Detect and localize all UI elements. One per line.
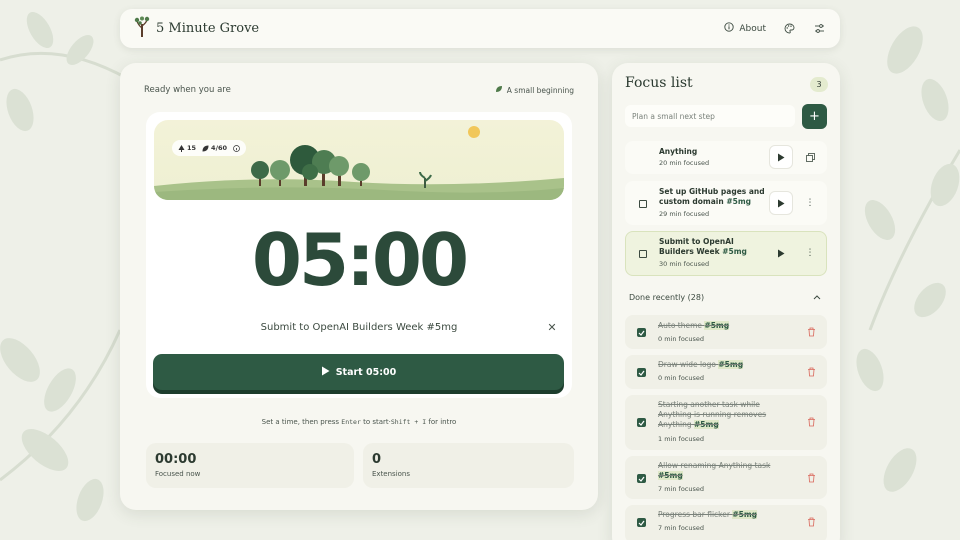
task-meta: 20 min focused	[659, 159, 710, 167]
trash-icon[interactable]	[805, 516, 817, 528]
extensions-value: 0	[372, 452, 382, 467]
grove-stage: A small beginning	[495, 85, 574, 95]
timer-card: Ready when you are A small beginning 15 …	[120, 63, 598, 510]
tree-icon	[178, 144, 185, 152]
task-play-button[interactable]	[769, 145, 793, 169]
trash-icon[interactable]	[805, 472, 817, 484]
focused-stat: 00:00 Focused now	[146, 443, 354, 488]
grove-stage-label: A small beginning	[506, 85, 574, 95]
done-task-name: Allow renaming Anything task #5mg	[658, 461, 771, 480]
check-icon	[638, 330, 645, 336]
trash-icon[interactable]	[805, 416, 817, 428]
trash-icon[interactable]	[805, 326, 817, 338]
task-name: Set up GitHub pages and custom domain #5…	[659, 187, 765, 206]
done-task-name: Draw wide logo #5mg	[658, 360, 744, 369]
app-title: 5 Minute Grove	[156, 21, 260, 36]
done-item: Draw wide logo #5mg 0 min focused	[625, 355, 827, 389]
focus-list-panel: Focus list 3 + Anything 20 min focused S…	[612, 63, 840, 540]
timer-panel: 15 4/60 05:00 Submit to OpenAI Builders …	[146, 112, 572, 398]
copy-icon[interactable]	[803, 150, 817, 164]
stats-info-icon[interactable]	[233, 144, 240, 152]
start-button[interactable]: Start 05:00	[153, 354, 564, 390]
sliders-icon[interactable]	[812, 22, 826, 36]
done-task-meta: 7 min focused	[658, 524, 704, 532]
chevron-up-icon[interactable]	[811, 291, 823, 303]
more-options-icon[interactable]: ⋮	[803, 196, 817, 210]
done-task-meta: 0 min focused	[658, 374, 704, 382]
grove-illustration	[154, 126, 564, 200]
timer-display[interactable]: 05:00	[146, 218, 572, 302]
task-play-button[interactable]	[769, 241, 793, 265]
trees-count: 15	[178, 144, 196, 152]
done-task-meta: 7 min focused	[658, 485, 704, 493]
done-checkbox[interactable]	[637, 418, 646, 427]
play-icon	[778, 153, 785, 161]
plus-icon: +	[809, 109, 820, 124]
done-task-name: Progress bar flicker #5mg	[658, 510, 757, 519]
about-button[interactable]: About	[724, 22, 766, 35]
extensions-stat: 0 Extensions	[363, 443, 574, 488]
done-checkbox[interactable]	[637, 474, 646, 483]
about-label: About	[739, 23, 766, 34]
task-meta: 30 min focused	[659, 260, 710, 268]
done-item: Auto theme #5mg 0 min focused	[625, 315, 827, 349]
grove-stats: 15 4/60	[172, 140, 246, 156]
done-task-meta: 0 min focused	[658, 335, 704, 343]
task-play-button[interactable]	[769, 191, 793, 215]
play-icon	[778, 249, 785, 257]
done-recently-toggle[interactable]: Done recently (28)	[629, 293, 704, 302]
task-count-badge: 3	[810, 77, 828, 92]
task-name: Submit to OpenAI Builders Week #5mg	[659, 237, 747, 256]
grove-scene: 15 4/60	[154, 120, 564, 200]
timer-status: Ready when you are	[144, 85, 231, 95]
check-icon	[638, 520, 645, 526]
done-item: Allow renaming Anything task #5mg 7 min …	[625, 456, 827, 499]
clear-task-button[interactable]: ✕	[544, 319, 560, 335]
done-checkbox[interactable]	[637, 518, 646, 527]
done-task-name: Starting another task while Anything is …	[658, 400, 767, 429]
add-task-button[interactable]: +	[802, 104, 827, 129]
done-item: Starting another task while Anything is …	[625, 395, 827, 450]
enter-key: Enter	[341, 418, 361, 426]
logo[interactable]: 5 Minute Grove	[134, 16, 259, 42]
task-item[interactable]: Set up GitHub pages and custom domain #5…	[625, 181, 827, 225]
done-checkbox[interactable]	[637, 368, 646, 377]
extensions-label: Extensions	[372, 470, 411, 478]
task-checkbox[interactable]	[639, 200, 647, 208]
sapling-logo-icon	[134, 16, 150, 42]
check-icon	[638, 420, 645, 426]
close-icon: ✕	[547, 320, 557, 334]
done-task-name: Auto theme #5mg	[658, 321, 730, 330]
check-icon	[638, 476, 645, 482]
leaf-progress: 4/60	[202, 144, 227, 152]
info-icon	[724, 22, 735, 35]
done-checkbox[interactable]	[637, 328, 646, 337]
start-button-label: Start 05:00	[335, 366, 397, 378]
task-meta: 29 min focused	[659, 210, 710, 218]
palette-icon[interactable]	[782, 22, 796, 36]
new-task-input[interactable]	[625, 105, 795, 127]
done-task-meta: 1 min focused	[658, 435, 704, 443]
keyboard-hint: Set a time, then press Enter to start·Sh…	[261, 418, 457, 426]
focus-list-title: Focus list	[625, 75, 693, 91]
app-header: 5 Minute Grove About	[120, 9, 840, 48]
focused-label: Focused now	[155, 470, 201, 478]
done-item: Progress bar flicker #5mg 7 min focused	[625, 505, 827, 540]
leaf-icon	[495, 85, 503, 95]
task-name: Anything	[659, 147, 698, 156]
task-item-active[interactable]: Submit to OpenAI Builders Week #5mg 30 m…	[625, 231, 827, 276]
play-icon	[321, 366, 330, 379]
focused-value: 00:00	[155, 452, 197, 467]
current-task-label[interactable]: Submit to OpenAI Builders Week #5mg	[146, 322, 572, 333]
leaf-small-icon	[202, 145, 209, 151]
check-icon	[638, 370, 645, 376]
more-options-icon[interactable]: ⋮	[803, 246, 817, 260]
play-icon	[778, 199, 785, 207]
task-checkbox[interactable]	[639, 250, 647, 258]
task-item[interactable]: Anything 20 min focused	[625, 141, 827, 174]
shift-i-key: Shift + I	[390, 418, 427, 426]
trash-icon[interactable]	[805, 366, 817, 378]
